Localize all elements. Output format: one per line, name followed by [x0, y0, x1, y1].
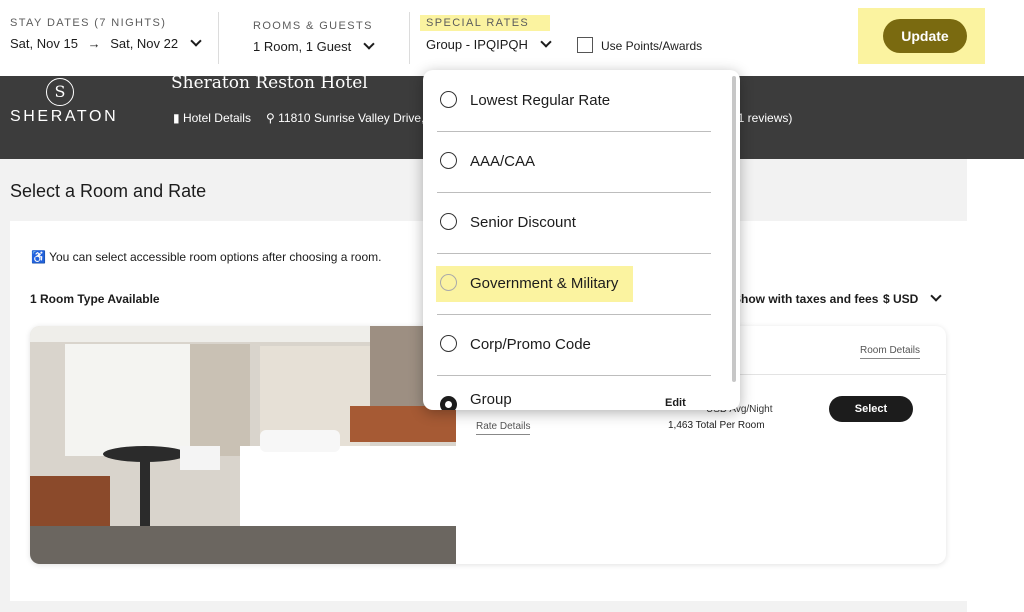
currency-select[interactable]: $ USD — [883, 290, 942, 306]
special-rates-label: SPECIAL RATES — [420, 15, 550, 31]
address-text: 11810 Sunrise Valley Drive, — [278, 111, 425, 125]
rooms-guests-text: 1 Room, 1 Guest — [253, 39, 352, 54]
update-button[interactable]: Update — [883, 19, 967, 53]
rate-option-label: Group — [470, 391, 512, 408]
arrow-right-icon: → — [87, 36, 101, 51]
accessibility-icon: ♿ — [31, 250, 50, 264]
divider — [409, 12, 410, 64]
sheraton-logo-text: SHERATON — [10, 108, 119, 125]
reviews-link[interactable]: 51 reviews) — [731, 111, 792, 125]
divider — [218, 12, 219, 64]
select-room-button[interactable]: Select — [829, 396, 913, 422]
stay-dates-label: STAY DATES (7 NIGHTS) — [10, 17, 167, 29]
edit-group-code-link[interactable]: Edit — [665, 397, 686, 409]
room-details-link[interactable]: Room Details — [860, 345, 921, 359]
rooms-guests-section[interactable]: ROOMS & GUESTS 1 Room, 1 Guest — [253, 20, 375, 54]
accessible-note: ♿ You can select accessible room options… — [31, 250, 381, 264]
rate-option-group[interactable]: Group Edit — [423, 375, 723, 410]
rate-option-label: Corp/Promo Code — [470, 336, 591, 353]
use-points-label: Use Points/Awards — [601, 39, 703, 53]
rate-option-aaa-caa[interactable]: AAA/CAA — [423, 131, 723, 192]
radio-button[interactable] — [440, 91, 457, 108]
rate-option-label: Lowest Regular Rate — [470, 92, 611, 109]
stay-dates-section[interactable]: STAY DATES (7 NIGHTS) Sat, Nov 15 → Sat,… — [10, 17, 202, 51]
sheraton-logo-icon: S — [46, 78, 74, 106]
address-link[interactable]: ⚲ 11810 Sunrise Valley Drive, — [266, 111, 424, 125]
currency-value: $ USD — [883, 292, 919, 306]
check-in-date: Sat, Nov 15 — [10, 36, 78, 51]
total-price: 1,463 Total Per Room — [668, 420, 765, 431]
special-rates-text: Group - IPQIPQH — [426, 37, 528, 52]
dropdown-scrollbar[interactable] — [732, 76, 736, 382]
chevron-down-icon — [190, 35, 202, 47]
accessible-note-text: You can select accessible room options a… — [49, 250, 382, 264]
hotel-details-text: Hotel Details — [182, 111, 251, 125]
hotel-name: Sheraton Reston Hotel — [171, 73, 368, 93]
rate-option-lowest-regular[interactable]: Lowest Regular Rate — [423, 70, 723, 131]
right-margin — [967, 159, 1024, 612]
chevron-down-icon — [930, 290, 942, 302]
radio-button[interactable] — [440, 335, 457, 352]
check-out-date: Sat, Nov 22 — [110, 36, 179, 51]
rate-option-government-military[interactable]: Government & Military — [423, 253, 723, 314]
rooms-guests-label: ROOMS & GUESTS — [253, 20, 373, 32]
stay-dates-value[interactable]: Sat, Nov 15 → Sat, Nov 22 — [10, 35, 202, 51]
special-rates-value[interactable]: Group - IPQIPQH — [426, 36, 552, 52]
rate-option-label: Government & Military — [470, 275, 619, 292]
radio-button-selected[interactable] — [440, 396, 457, 410]
room-photo — [30, 326, 456, 564]
rate-option-label: AAA/CAA — [470, 153, 536, 170]
rate-details-link[interactable]: Rate Details — [476, 421, 531, 435]
room-types-count: 1 Room Type Available — [30, 292, 160, 306]
chevron-down-icon — [363, 38, 375, 50]
show-taxes-toggle[interactable]: Show with taxes and fees — [733, 292, 878, 306]
building-icon: ▮ — [173, 111, 183, 125]
special-rates-section[interactable]: SPECIAL RATES Group - IPQIPQH — [420, 15, 552, 52]
rate-option-corp-promo[interactable]: Corp/Promo Code — [423, 314, 723, 375]
special-rates-dropdown: Lowest Regular Rate AAA/CAA Senior Disco… — [423, 70, 740, 410]
use-points-checkbox[interactable] — [577, 37, 593, 53]
location-pin-icon: ⚲ — [266, 111, 279, 125]
page-title: Select a Room and Rate — [10, 181, 207, 201]
radio-button[interactable] — [440, 152, 457, 169]
radio-button[interactable] — [440, 274, 457, 291]
radio-button[interactable] — [440, 213, 457, 230]
hotel-details-link[interactable]: ▮ Hotel Details — [173, 111, 251, 125]
rate-option-label: Senior Discount — [470, 214, 576, 231]
rooms-guests-value[interactable]: 1 Room, 1 Guest — [253, 38, 375, 54]
rate-option-senior-discount[interactable]: Senior Discount — [423, 192, 723, 253]
chevron-down-icon — [539, 36, 552, 48]
